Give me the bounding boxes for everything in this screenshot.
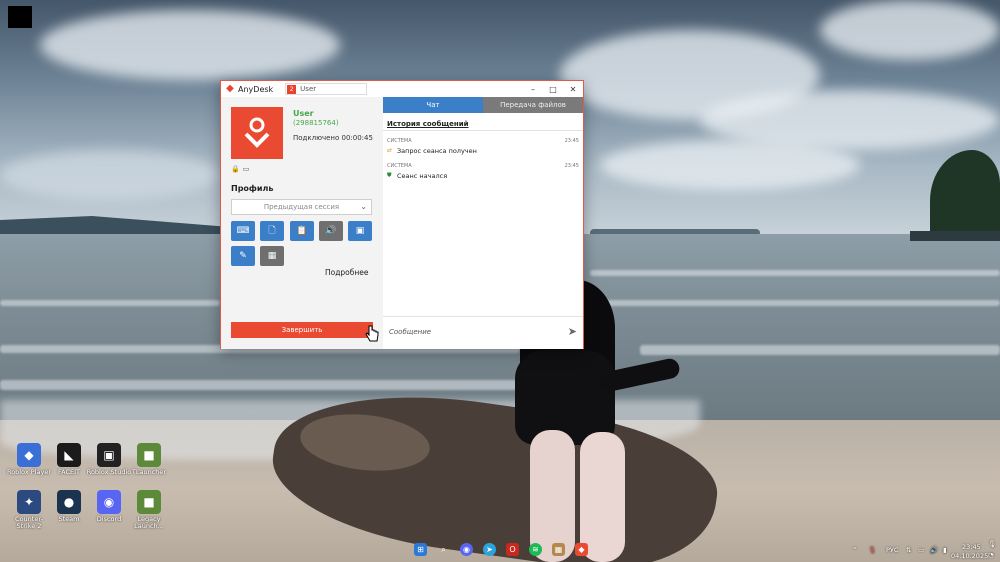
network-icon[interactable]: ⇅ [906,546,911,554]
package-taskbar-icon[interactable]: ▦ [552,543,565,556]
display-icon[interactable]: ▭ [918,546,924,554]
microphone-overlay-icon: 🎙 [988,540,997,548]
anydesk-logo-icon: ◆ [226,83,234,94]
tab-chat[interactable]: Чат [383,97,483,113]
clock-time[interactable]: 23:45 [962,543,981,551]
discord-taskbar-icon[interactable]: ◉ [460,543,473,556]
desktop-icon-label: TLauncher [131,468,167,476]
privacy-button[interactable]: ▦ [260,246,284,266]
minimize-button[interactable]: – [523,81,543,97]
file-transfer-button[interactable]: 🗋 [260,221,284,241]
app-icon: ■ [137,443,161,467]
end-session-button[interactable]: Завершить [231,322,373,338]
message-history-title: История сообщений [387,120,469,128]
input-language[interactable]: РУС [886,546,898,554]
notification-icon[interactable]: ◔ [988,551,994,559]
tab-file-transfer[interactable]: Передача файлов [483,97,583,113]
start-icon[interactable]: ⊞ [414,543,427,556]
more-link[interactable]: Подробнее [325,268,369,277]
request-icon: ⇄ [387,147,393,154]
desktop-icon[interactable]: ■ Legacy Launch... [126,490,172,534]
clipboard-icon: 📋 [296,226,308,236]
chevron-up-icon[interactable]: ⌃ [852,546,857,554]
screen-icon: ▣ [355,226,365,236]
chat-panel: Чат Передача файлов История сообщений СИ… [383,97,583,349]
opera-taskbar-icon[interactable]: O [506,543,519,556]
session-tab[interactable]: 2 User [285,83,368,95]
session-panel: User (298815764) Подключено 00:00:45 🔒 ▭… [221,97,383,349]
chevron-down-icon: ⌄ [360,202,367,211]
remote-user-name: User [293,109,314,118]
black-square-overlay [8,6,32,28]
session-started-icon: ⛊ [387,172,392,179]
app-icon: ■ [137,490,161,514]
session-tab-label: User [300,85,317,93]
volume-icon[interactable]: 🔊 [930,546,938,554]
keyboard-icon: ⌨ [236,226,250,236]
anydesk-taskbar-icon[interactable]: ◆ [575,543,588,556]
telegram-taskbar-icon[interactable]: ➤ [483,543,496,556]
message-sender: СИСТЕМА [387,163,412,169]
microphone-icon[interactable]: 🎙 [868,546,876,554]
taskbar [0,538,1000,562]
anydesk-brand: ◆ AnyDesk [225,84,273,94]
profile-label: Профиль [231,184,274,193]
remote-user-id: (298815764) [293,119,339,127]
anydesk-window: ◆ AnyDesk 2 User – □ ✕ User (298815764) … [220,80,584,349]
file-icon: 🗋 [268,226,276,236]
message-time: 23:45 [564,163,579,169]
avatar [231,107,283,159]
desktop-icon-label: Legacy Launch... [134,515,164,530]
app-icon: ◣ [57,443,81,467]
app-icon: ▣ [97,443,121,467]
spotify-taskbar-icon[interactable]: ≋ [529,543,542,556]
battery-icon[interactable]: ▮ [943,546,947,554]
send-icon[interactable]: ➤ [568,325,577,338]
session-tab-badge: 2 [287,84,297,94]
app-icon: ✦ [17,490,41,514]
app-name: AnyDesk [238,84,274,94]
hand-cursor-icon [365,325,379,342]
draw-button[interactable]: ✎ [231,246,255,266]
monitor-icon: ▭ [242,165,250,173]
message-text: Запрос сеанса получен [397,147,477,155]
desktop-icon[interactable]: ■ TLauncher [126,443,172,487]
app-icon: ◉ [97,490,121,514]
message-sender: СИСТЕМА [387,138,412,144]
keyboard-mouse-button[interactable]: ⌨ [231,221,255,241]
message-text: Сеанс начался [397,172,448,180]
app-icon: ◆ [17,443,41,467]
speaker-icon: 🔊 [325,226,337,236]
clock-date[interactable]: 04.10.2025 [951,552,988,560]
profile-dropdown-value: Предыдущая сессия [263,203,340,211]
message-input[interactable] [389,325,549,339]
screen-button[interactable]: ▣ [348,221,372,241]
privacy-screen-icon: ▦ [267,251,277,261]
maximize-button[interactable]: □ [543,81,563,97]
profile-dropdown[interactable]: Предыдущая сессия ⌄ [231,199,372,215]
search-icon[interactable]: ⌕ [437,543,450,556]
pen-icon: ✎ [239,251,247,261]
lock-icon: 🔒 [231,165,240,173]
message-time: 23:45 [564,138,579,144]
app-icon: ● [57,490,81,514]
title-bar[interactable]: ◆ AnyDesk 2 User – □ ✕ [221,81,583,97]
connection-status: Подключено 00:00:45 [293,134,373,142]
user-avatar-icon [244,117,270,148]
audio-button[interactable]: 🔊 [319,221,343,241]
close-button[interactable]: ✕ [563,81,583,97]
clipboard-button[interactable]: 📋 [290,221,314,241]
